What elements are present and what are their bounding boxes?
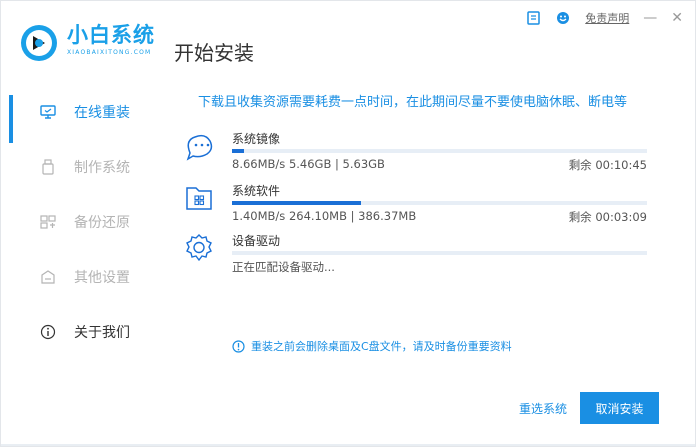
task-remaining: 剩余 00:10:45 [568, 158, 647, 172]
monitor-icon [39, 103, 57, 121]
usb-icon [39, 158, 57, 176]
sidebar-item-make-system[interactable]: 制作系统 [1, 152, 161, 182]
software-folder-icon [186, 187, 212, 210]
task-remaining: 剩余 00:03:09 [568, 210, 647, 224]
task-system-software: 系统软件 1.40MB/s 264.10MB | 386.37MB 剩余 00:… [183, 182, 653, 232]
warning-text: 重装之前会删除桌面及C盘文件，请及时备份重要资料 [251, 340, 512, 353]
info-icon [39, 323, 57, 341]
brand-name: 小白系统 [67, 23, 155, 47]
sidebar-item-label: 制作系统 [74, 160, 130, 176]
footer-divider [1, 444, 695, 446]
sidebar-item-about-us[interactable]: 关于我们 [1, 317, 161, 347]
page-title: 开始安装 [174, 41, 254, 65]
sidebar: 在线重装 制作系统 备份还原 其他设置 关于我们 [1, 87, 161, 387]
task-name: 设备驱动 [232, 234, 281, 248]
info-icon [232, 339, 245, 353]
task-stats: 1.40MB/s 264.10MB | 386.37MB [232, 209, 417, 223]
progress-fill [232, 201, 361, 205]
cancel-install-button[interactable]: 取消安装 [580, 392, 659, 424]
disc-face-icon [186, 134, 213, 161]
gear-icon [186, 234, 212, 262]
brand-subtitle: XIAOBAIXITONG.COM [67, 49, 152, 56]
window-controls: 免责声明 — ✕ [525, 10, 683, 26]
task-stats: 正在匹配设备驱动... [232, 260, 335, 274]
reselect-system-button[interactable]: 重选系统 [519, 400, 567, 417]
active-indicator [9, 95, 13, 143]
task-stats: 8.66MB/s 5.46GB | 5.63GB [232, 157, 385, 171]
backup-icon [39, 213, 57, 231]
sidebar-item-label: 在线重装 [74, 105, 130, 121]
brand: 小白系统 XIAOBAIXITONG.COM [67, 23, 155, 56]
minimize-button[interactable]: — [643, 10, 657, 26]
download-notice: 下载且收集资源需要耗费一点时间，在此期间尽量不要使电脑休眠、断电等 [198, 95, 628, 110]
support-icon[interactable] [555, 10, 571, 26]
progress-fill [232, 149, 245, 153]
sidebar-item-online-reinstall[interactable]: 在线重装 [1, 95, 161, 143]
backup-warning: 重装之前会删除桌面及C盘文件，请及时备份重要资料 [232, 338, 512, 354]
header: 小白系统 XIAOBAIXITONG.COM 开始安装 免责声明 — ✕ [1, 1, 695, 87]
task-system-image: 系统镜像 8.66MB/s 5.46GB | 5.63GB 剩余 00:10:4… [183, 130, 653, 180]
settings-box-icon [39, 268, 57, 286]
task-name: 系统镜像 [232, 132, 281, 146]
feedback-icon[interactable] [525, 10, 541, 26]
disclaimer-link[interactable]: 免责声明 [585, 10, 629, 26]
task-device-drivers: 设备驱动 正在匹配设备驱动... [183, 232, 653, 282]
installer-window: 小白系统 XIAOBAIXITONG.COM 开始安装 免责声明 — ✕ 在线重… [0, 0, 696, 447]
logo-icon [21, 25, 57, 61]
sidebar-item-label: 关于我们 [74, 325, 130, 341]
sidebar-item-other-settings[interactable]: 其他设置 [1, 262, 161, 292]
progress-track [232, 149, 647, 153]
task-name: 系统软件 [232, 184, 281, 198]
progress-track [232, 251, 647, 255]
progress-track [232, 201, 647, 205]
close-button[interactable]: ✕ [671, 10, 683, 26]
sidebar-item-label: 其他设置 [74, 270, 130, 286]
sidebar-item-backup-restore[interactable]: 备份还原 [1, 207, 161, 237]
sidebar-item-label: 备份还原 [74, 215, 130, 231]
